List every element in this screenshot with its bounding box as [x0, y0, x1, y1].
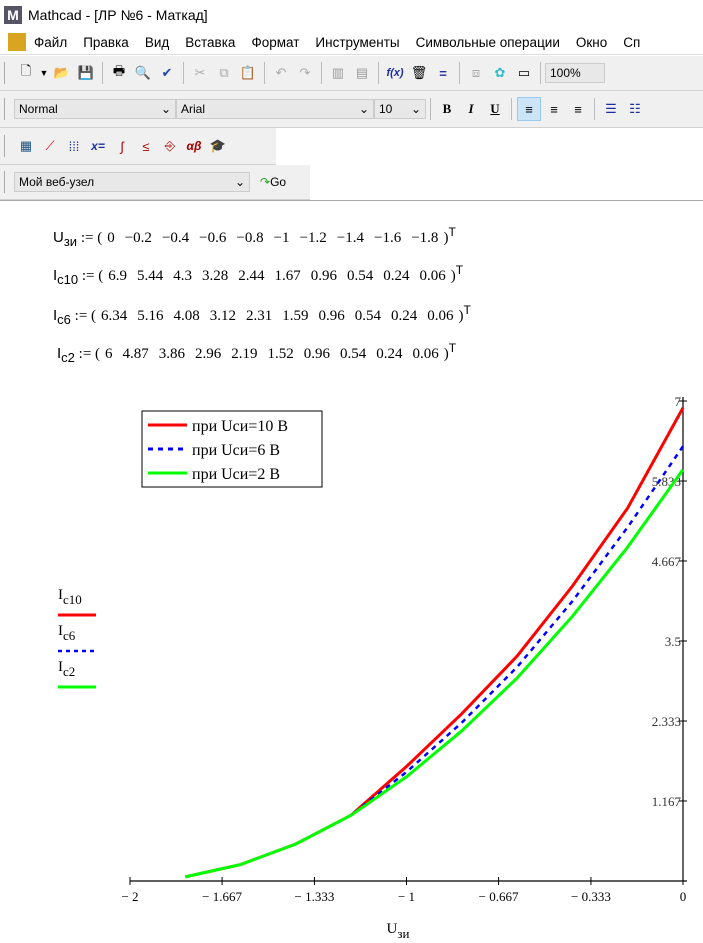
legend-label: при Uси=2 В	[192, 466, 280, 483]
x-tick-label: − 2	[121, 889, 138, 904]
programming-icon[interactable]: ⎆	[159, 135, 181, 157]
print-icon[interactable]: 🖶	[108, 62, 130, 84]
menu-format[interactable]: Формат	[243, 35, 307, 50]
x-tick-label: − 0.333	[571, 889, 611, 904]
toolbar-grip[interactable]	[4, 171, 8, 193]
math-toolbar: ▦ ⟋ ⁞⁞⁞ x= ∫ ≤ ⎆ αβ 🎓	[0, 128, 276, 165]
chevron-down-icon: ⌄	[234, 175, 245, 189]
align-center-icon[interactable]: ≡	[543, 98, 565, 120]
font-size-select[interactable]: 10 ⌄	[374, 99, 426, 119]
worksheet[interactable]: Uзи := (0 −0.2 −0.4 −0.6 −0.8 −1 −1.2 −1.4 −1.6−…	[0, 200, 703, 943]
chevron-down-icon: ⌄	[358, 102, 369, 116]
toolbar-grip[interactable]	[4, 98, 8, 120]
go-label: Go	[270, 175, 287, 189]
italic-button[interactable]: I	[460, 98, 482, 120]
go-button[interactable]: ↷ Go	[260, 175, 286, 189]
insert-unit-icon[interactable]: 🗑	[408, 62, 430, 84]
open-icon[interactable]: 📂	[51, 62, 73, 84]
spellcheck-icon[interactable]: ✔	[156, 62, 178, 84]
x-tick-label: − 1	[398, 889, 415, 904]
x-tick-label: − 1.667	[202, 889, 242, 904]
go-arrow-icon: ↷	[260, 175, 271, 189]
x-tick-label: 0	[680, 889, 687, 904]
x-axis-label: Uзи	[387, 921, 410, 941]
align-right-icon[interactable]: ≡	[567, 98, 589, 120]
mathcad-logo-icon: M	[4, 6, 22, 24]
style-select[interactable]: Normal ⌄	[14, 99, 176, 119]
zoom-select[interactable]: 100%	[545, 63, 605, 83]
address-select[interactable]: Мой веб-узел ⌄	[14, 172, 250, 192]
calculus-icon[interactable]: ∫	[111, 135, 133, 157]
toolbar-grip[interactable]	[4, 135, 8, 157]
greek-button[interactable]: αβ	[183, 135, 205, 157]
y-axis-label-c10: Ic10	[58, 587, 82, 607]
legend-label: при Uси=6 В	[192, 442, 280, 459]
title-bar: M Mathcad - [ЛР №6 - Маткад]	[0, 0, 703, 30]
cut-icon[interactable]: ✂	[189, 62, 211, 84]
y-tick-label: 3.5	[665, 634, 681, 649]
menu-symbolics[interactable]: Символьные операции	[408, 35, 568, 50]
chevron-down-icon: ⌄	[410, 102, 421, 116]
symbolic-icon[interactable]: 🎓	[207, 135, 229, 157]
redo-icon[interactable]: ↷	[294, 62, 316, 84]
menu-help[interactable]: Сп	[615, 35, 648, 50]
menu-window[interactable]: Окно	[568, 35, 615, 50]
window-title: Mathcad - [ЛР №6 - Маткад]	[28, 7, 208, 23]
menu-file[interactable]: Файл	[26, 35, 75, 50]
underline-button[interactable]: U	[484, 98, 506, 120]
menu-bar: Файл Правка Вид Вставка Формат Инструмен…	[0, 30, 703, 55]
xy-plot[interactable]: − 2 − 1.667 − 1.333 − 1 − 0.667 − 0.333 0 1.167…	[0, 201, 703, 943]
y-tick-label: 7	[675, 394, 682, 409]
evaluation-button[interactable]: x=	[87, 135, 109, 157]
boolean-icon[interactable]: ≤	[135, 135, 157, 157]
matrix-icon[interactable]: ⁞⁞⁞	[63, 135, 85, 157]
align-top-icon[interactable]: ▥	[327, 62, 349, 84]
window-icon[interactable]: ▭	[513, 62, 535, 84]
new-icon[interactable]: 🗋	[15, 62, 37, 84]
address-value: Мой веб-узел	[19, 175, 95, 189]
calculate-icon[interactable]: =	[432, 62, 454, 84]
y-axis-label-c2: Ic2	[58, 659, 75, 679]
bold-button[interactable]: B	[436, 98, 458, 120]
paste-icon[interactable]: 📋	[237, 62, 259, 84]
menu-insert[interactable]: Вставка	[177, 35, 243, 50]
copy-icon[interactable]: ⧉	[213, 62, 235, 84]
y-axis-label-c6: Ic6	[58, 623, 76, 643]
calculator-icon[interactable]: ▦	[15, 135, 37, 157]
series-line-c2	[184, 468, 685, 879]
y-tick-label: 2.333	[652, 714, 681, 729]
toolbar-grip[interactable]	[4, 62, 8, 84]
numbering-icon[interactable]: ☷	[624, 98, 646, 120]
undo-icon[interactable]: ↶	[270, 62, 292, 84]
chevron-down-icon: ⌄	[160, 102, 171, 116]
style-value: Normal	[19, 102, 58, 116]
component-icon[interactable]: ⧈	[465, 62, 487, 84]
graph-icon[interactable]: ⟋	[39, 135, 61, 157]
insert-function-icon[interactable]: f(x)	[384, 62, 406, 84]
y-tick-label: 1.167	[652, 794, 682, 809]
legend-label: при Uси=10 В	[192, 418, 288, 435]
font-size-value: 10	[379, 102, 393, 116]
standard-toolbar: 🗋 ▼ 📂 💾 🖶 🔍 ✔ ✂ ⧉ 📋 ↶ ↷ ▥ ▤ f(x) 🗑 = ⧈ ✿…	[0, 56, 703, 91]
menu-tools[interactable]: Инструменты	[307, 35, 407, 50]
resources-icon[interactable]: ✿	[489, 62, 511, 84]
series-line-c6	[185, 445, 685, 879]
save-icon[interactable]: 💾	[75, 62, 97, 84]
zoom-value: 100%	[550, 66, 581, 80]
font-value: Arial	[181, 102, 206, 116]
menu-edit[interactable]: Правка	[75, 35, 137, 50]
align-down-icon[interactable]: ▤	[351, 62, 373, 84]
y-tick-label: 4.667	[652, 554, 682, 569]
x-tick-label: − 1.333	[295, 889, 335, 904]
web-toolbar: Мой веб-узел ⌄ ↷ Go	[0, 165, 310, 200]
bullets-icon[interactable]: ☰	[600, 98, 622, 120]
font-select[interactable]: Arial ⌄	[176, 99, 374, 119]
menu-view[interactable]: Вид	[137, 35, 177, 50]
formatting-toolbar: Normal ⌄ Arial ⌄ 10 ⌄ B I U ≡ ≡ ≡ ☰ ☷	[0, 91, 703, 128]
document-icon[interactable]	[8, 33, 26, 51]
print-preview-icon[interactable]: 🔍	[132, 62, 154, 84]
dropdown-arrow-icon[interactable]: ▼	[39, 62, 49, 84]
x-tick-label: − 0.667	[479, 889, 519, 904]
align-left-icon[interactable]: ≡	[517, 97, 541, 121]
